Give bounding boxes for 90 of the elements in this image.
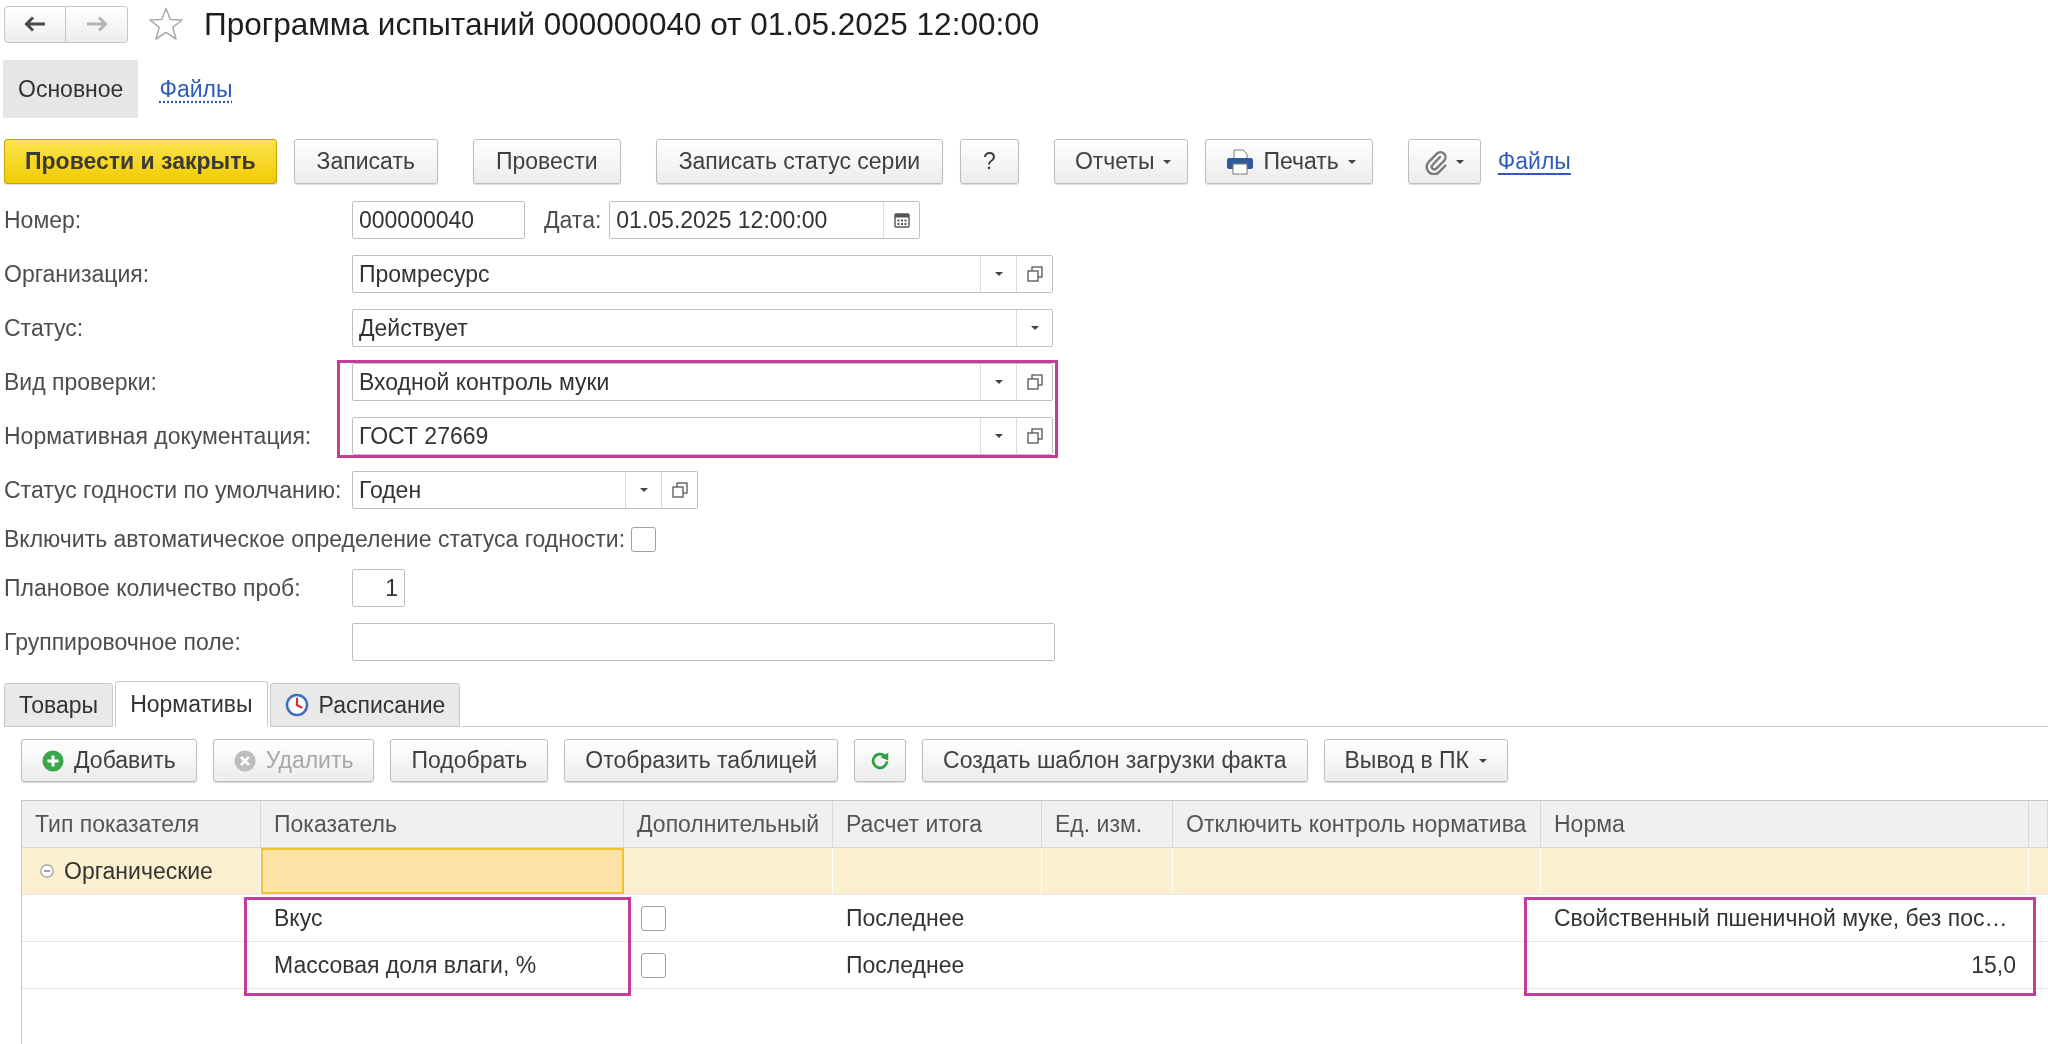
column-header[interactable] <box>2029 801 2048 848</box>
group-label: Органические <box>64 857 213 885</box>
number-field[interactable]: 1 <box>352 569 405 607</box>
tab[interactable]: Нормативы <box>115 681 268 727</box>
table-cell-text: 15,0 <box>1970 950 2017 980</box>
star-icon[interactable] <box>148 7 184 41</box>
date-field[interactable]: 01.05.2025 12:00:00 <box>609 201 921 239</box>
field-label: Вид проверки: <box>4 368 158 396</box>
table-row[interactable]: Органические <box>22 848 2048 895</box>
caret-icon <box>994 380 1003 384</box>
caret-icon <box>1163 159 1172 164</box>
column-header[interactable]: Тип показателя <box>22 801 261 848</box>
refresh-button[interactable] <box>854 739 907 782</box>
caret-icon <box>1455 159 1464 164</box>
command-button[interactable]: Записать статус серии <box>655 139 944 184</box>
select-field[interactable]: ГОСТ 27669 <box>352 417 1053 455</box>
field-label: Плановое количество проб: <box>4 574 302 602</box>
table-cell-text: Последнее <box>845 950 966 980</box>
caret-icon <box>994 272 1003 276</box>
checkbox[interactable] <box>641 905 666 931</box>
add-button[interactable]: Добавить <box>21 739 197 782</box>
table-cell-text: Вкус <box>273 903 324 933</box>
select-field[interactable]: Действует <box>352 309 1053 347</box>
overlapping-squares-icon <box>671 482 688 498</box>
tab[interactable]: Основное <box>3 60 139 118</box>
column-header[interactable]: Отключить контроль норматива <box>1173 801 1541 848</box>
table-cell-text: Массовая доля влаги, % <box>273 950 538 980</box>
checkbox[interactable] <box>631 526 657 552</box>
input-field[interactable]: 000000040 <box>352 201 525 239</box>
tab[interactable]: Расписание <box>269 683 461 727</box>
input-field[interactable] <box>352 623 1055 661</box>
overlapping-squares-icon <box>1026 266 1043 282</box>
arrow-right-icon <box>85 16 108 32</box>
cross-circle-icon <box>233 749 256 772</box>
command-button[interactable]: Провести <box>472 139 621 184</box>
plus-circle-icon <box>42 749 64 772</box>
command-button[interactable]: ? <box>960 139 1019 184</box>
table-cell-text: Свойственный пшеничной муке, без пос… <box>1553 903 2009 933</box>
menu-button[interactable]: Вывод в ПК <box>1323 739 1508 782</box>
column-header[interactable]: Норма <box>1541 801 2029 848</box>
field-label: Группировочное поле: <box>4 628 242 656</box>
column-header[interactable]: Показатель <box>261 801 624 848</box>
calendar-icon <box>893 212 910 228</box>
table-cell[interactable] <box>261 848 624 894</box>
caret-icon <box>1347 159 1356 164</box>
dropdown-button[interactable] <box>1016 310 1052 346</box>
calendar-button[interactable] <box>883 202 920 238</box>
column-header[interactable]: Ед. изм. <box>1042 801 1173 848</box>
attach-button[interactable] <box>1407 139 1481 184</box>
open-button[interactable] <box>1016 256 1052 292</box>
column-header[interactable]: Дополнительный <box>624 801 833 848</box>
field-label: Статус годности по умолчанию: <box>4 476 343 504</box>
command-button[interactable]: Подобрать <box>390 739 549 782</box>
caret-icon <box>994 434 1003 438</box>
arrow-left-icon <box>24 16 46 32</box>
command-button[interactable]: Отобразить таблицей <box>564 739 839 782</box>
field-label: Статус: <box>4 314 85 342</box>
tab[interactable]: Файлы <box>144 60 248 118</box>
field-label: Нормативная документация: <box>4 422 313 450</box>
column-header[interactable]: Расчет итога <box>833 801 1042 848</box>
select-field[interactable]: Промресурс <box>352 255 1053 293</box>
overlapping-squares-icon <box>1026 428 1043 444</box>
minus-circle-icon[interactable] <box>40 864 54 878</box>
tab[interactable]: Товары <box>4 683 114 727</box>
back-button[interactable] <box>4 5 66 43</box>
window-title: Программа испытаний 000000040 от 01.05.2025 12:00:00 <box>204 5 1040 43</box>
caret-icon <box>639 488 648 492</box>
print-button[interactable]: Печать <box>1205 139 1373 184</box>
field-label: Включить автоматическое определение статуса годности: <box>4 525 626 553</box>
paperclip-icon <box>1424 148 1447 175</box>
caret-icon <box>1030 326 1039 330</box>
caret-icon <box>1479 758 1487 763</box>
open-button[interactable] <box>1016 364 1052 400</box>
primary-button[interactable]: Провести и закрыть <box>4 139 277 184</box>
select-field[interactable]: Входной контроль муки <box>352 363 1053 401</box>
link[interactable]: Файлы <box>1497 148 1571 175</box>
checkbox[interactable] <box>641 952 666 978</box>
overlapping-squares-icon <box>1026 374 1043 390</box>
clock-icon <box>284 693 309 717</box>
command-button[interactable]: Создать шаблон загрузки факта <box>922 739 1308 782</box>
open-button[interactable] <box>661 472 697 508</box>
printer-icon <box>1226 148 1255 175</box>
table-cell-text: Последнее <box>845 903 966 933</box>
command-button[interactable]: Записать <box>293 139 438 184</box>
menu-button[interactable]: Отчеты <box>1053 139 1189 184</box>
field-label: Номер: <box>4 206 83 234</box>
select-field[interactable]: Годен <box>352 471 698 509</box>
open-button[interactable] <box>1016 418 1052 454</box>
field-label: Организация: <box>4 260 151 288</box>
field-label: Дата: <box>544 206 602 234</box>
